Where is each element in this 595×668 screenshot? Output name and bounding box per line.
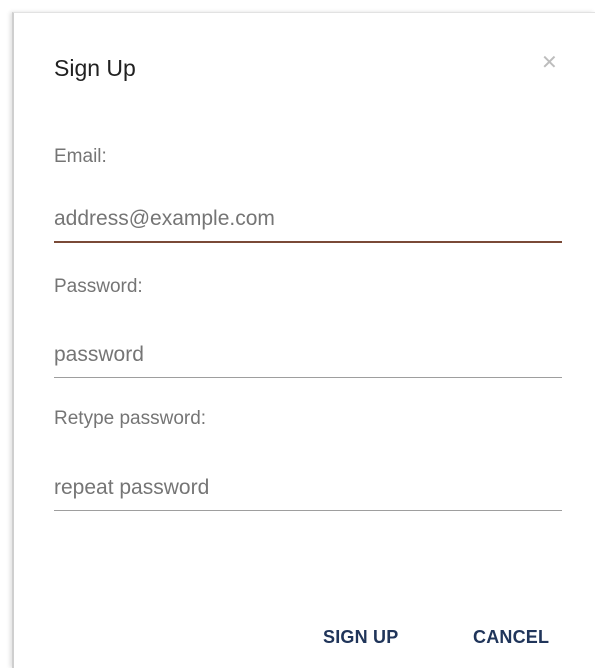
email-label: Email: <box>54 146 107 167</box>
password-label: Password: <box>54 276 143 297</box>
cancel-button[interactable]: CANCEL <box>473 627 549 648</box>
close-icon[interactable]: ✕ <box>541 53 558 73</box>
sign-up-dialog: Sign Up ✕ Email: Password: Retype passwo… <box>12 12 595 668</box>
sign-up-button[interactable]: SIGN UP <box>323 627 398 648</box>
password-field[interactable] <box>54 338 562 378</box>
retype-password-label: Retype password: <box>54 408 207 429</box>
retype-password-field[interactable] <box>54 471 562 511</box>
email-field[interactable] <box>54 203 562 243</box>
dialog-title: Sign Up <box>54 55 136 81</box>
